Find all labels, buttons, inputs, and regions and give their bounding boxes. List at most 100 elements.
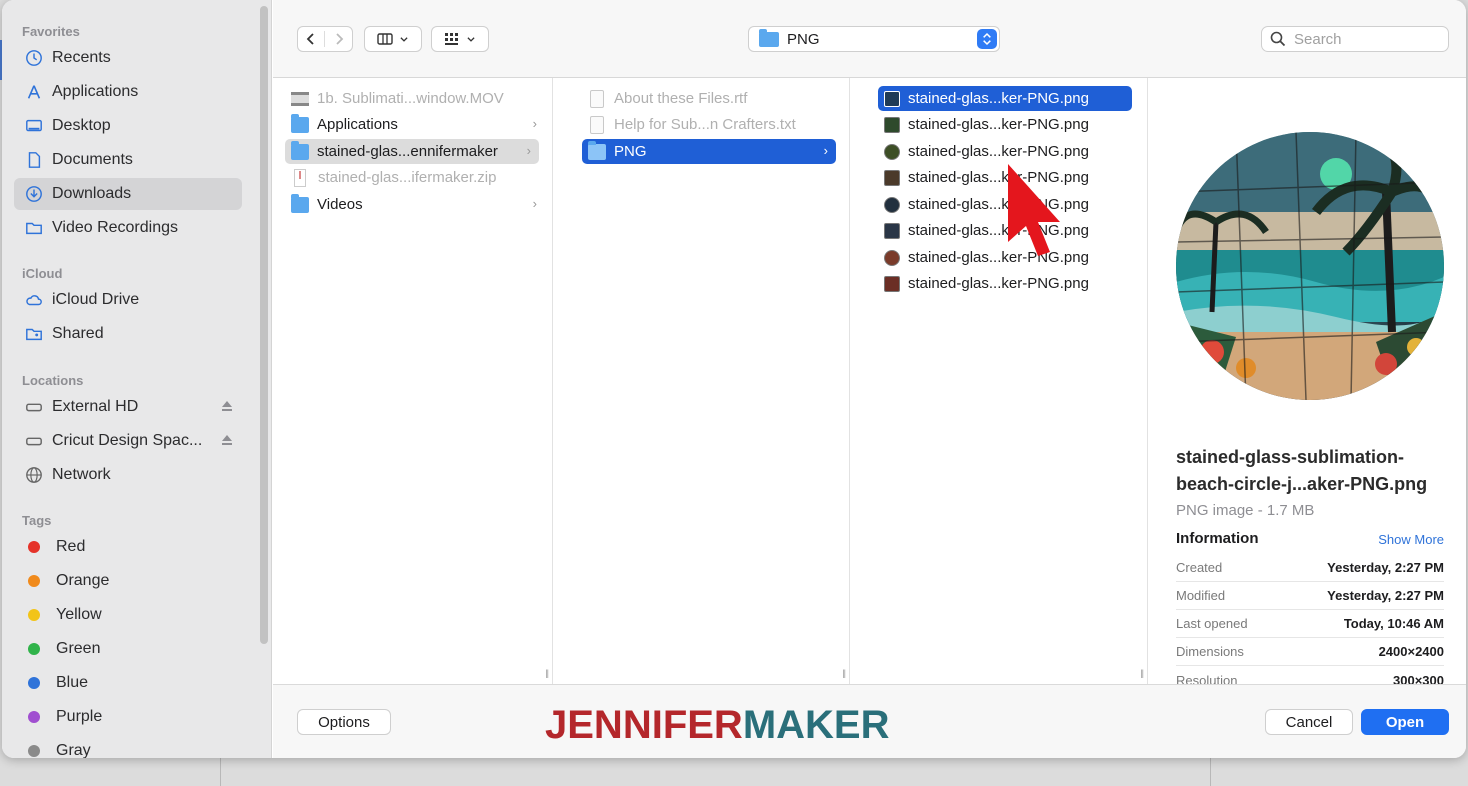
file-name: stained-glas...ker-PNG.png: [908, 143, 1089, 160]
info-row-dimensions: Dimensions 2400×2400: [1176, 638, 1444, 666]
chevron-right-icon: ›: [526, 143, 531, 158]
file-name: PNG: [614, 143, 647, 160]
sidebar: Favorites Recents Applications Desktop D…: [2, 0, 272, 758]
blue-tag-icon: [28, 677, 40, 689]
sidebar-item-shared[interactable]: Shared: [14, 318, 242, 350]
toolbar: PNG Search: [273, 0, 1466, 78]
column-resize-handle[interactable]: ||: [842, 668, 846, 678]
info-row-last-opened: Last opened Today, 10:46 AM: [1176, 610, 1444, 638]
document-icon: [24, 150, 44, 170]
orange-tag-icon: [28, 575, 40, 587]
sidebar-tag-purple[interactable]: Purple: [14, 701, 242, 733]
sidebar-item-downloads[interactable]: Downloads: [14, 178, 242, 210]
list-item[interactable]: stained-glas...ker-PNG.png: [878, 271, 1132, 296]
chevron-right-icon: ›: [532, 196, 537, 211]
sidebar-item-label: Shared: [52, 325, 104, 342]
sidebar-item-label: Video Recordings: [52, 219, 179, 236]
chevron-right-icon: ›: [532, 116, 537, 131]
file-name: About these Files.rtf: [614, 90, 748, 107]
sidebar-item-applications[interactable]: Applications: [14, 76, 242, 108]
updown-stepper-icon: [977, 29, 997, 49]
group-by-button[interactable]: [431, 26, 489, 52]
sidebar-item-label: Network: [52, 466, 111, 483]
movie-file-icon: [291, 91, 309, 106]
list-item[interactable]: stained-glas...ker-PNG.png: [878, 112, 1132, 137]
column-resize-handle[interactable]: ||: [545, 668, 549, 678]
sidebar-item-icloud-drive[interactable]: iCloud Drive: [14, 284, 242, 316]
show-more-link[interactable]: Show More: [1378, 532, 1444, 547]
chevron-down-icon: [400, 37, 408, 42]
eject-icon[interactable]: [220, 399, 234, 413]
folder-icon: [291, 140, 309, 160]
sidebar-item-external-hd[interactable]: External HD: [14, 391, 242, 423]
list-item[interactable]: Videos ›: [285, 192, 545, 217]
sidebar-tag-orange[interactable]: Orange: [14, 565, 242, 597]
info-value: Yesterday, 2:27 PM: [1327, 560, 1444, 575]
preview-filename: stained-glass-sublimation-beach-circle-j…: [1176, 447, 1428, 494]
file-name: Help for Sub...n Crafters.txt: [614, 116, 796, 133]
list-item[interactable]: Applications ›: [285, 112, 545, 137]
folder-icon: [291, 113, 309, 133]
sidebar-item-label: Applications: [52, 83, 139, 100]
sidebar-item-video-recordings[interactable]: Video Recordings: [14, 212, 242, 244]
info-key: Dimensions: [1176, 644, 1244, 659]
section-favorites: Favorites: [22, 24, 80, 39]
list-item[interactable]: stained-glas...ker-PNG.png: [878, 86, 1132, 111]
preview-pane: stained-glass-sublimation-beach-circle-j…: [1164, 78, 1466, 688]
cancel-button[interactable]: Cancel: [1265, 709, 1353, 735]
sidebar-tag-blue[interactable]: Blue: [14, 667, 242, 699]
sidebar-tag-green[interactable]: Green: [14, 633, 242, 665]
folder-icon: [588, 140, 606, 160]
info-key: Modified: [1176, 588, 1226, 603]
info-key: Created: [1176, 560, 1223, 575]
forward-button[interactable]: [325, 31, 352, 47]
column-resize-handle[interactable]: ||: [1140, 668, 1144, 678]
clock-icon: [24, 48, 44, 68]
list-item[interactable]: About these Files.rtf: [582, 86, 836, 111]
download-icon: [24, 184, 44, 204]
cloud-icon: [24, 290, 44, 310]
list-item[interactable]: Help for Sub...n Crafters.txt: [582, 112, 836, 137]
file-name: 1b. Sublimati...window.MOV: [317, 90, 504, 107]
image-thumbnail-icon: [884, 90, 900, 107]
sidebar-item-cricut-design-space[interactable]: Cricut Design Spac...: [14, 425, 242, 457]
drive-icon: [24, 431, 44, 451]
back-button[interactable]: [298, 31, 326, 47]
sidebar-item-desktop[interactable]: Desktop: [14, 110, 242, 142]
list-item[interactable]: 1b. Sublimati...window.MOV: [285, 86, 545, 111]
sidebar-item-network[interactable]: Network: [14, 459, 242, 491]
file-name: Applications: [317, 116, 398, 133]
options-button[interactable]: Options: [297, 709, 391, 735]
open-button[interactable]: Open: [1361, 709, 1449, 735]
sidebar-item-documents[interactable]: Documents: [14, 144, 242, 176]
background-divider: [220, 758, 221, 786]
list-item[interactable]: stained-glas...ifermaker.zip: [285, 165, 545, 190]
sidebar-item-recents[interactable]: Recents: [14, 42, 242, 74]
sidebar-item-label: External HD: [52, 398, 139, 415]
image-preview: [1176, 132, 1444, 400]
view-mode-button[interactable]: [364, 26, 422, 52]
image-thumbnail-icon: [884, 249, 900, 266]
eject-icon[interactable]: [220, 433, 234, 447]
yellow-tag-icon: [28, 609, 40, 621]
section-locations: Locations: [22, 373, 84, 388]
open-file-dialog: Favorites Recents Applications Desktop D…: [2, 0, 1466, 758]
path-popup[interactable]: PNG: [748, 26, 1000, 52]
search-field[interactable]: Search: [1261, 26, 1449, 52]
image-thumbnail-icon: [884, 143, 900, 160]
sidebar-scrollbar[interactable]: [260, 6, 268, 644]
background-divider: [1210, 758, 1211, 786]
file-name: Videos: [317, 196, 363, 213]
image-thumbnail-icon: [884, 169, 900, 186]
file-name: stained-glas...ker-PNG.png: [908, 90, 1089, 107]
info-value: Yesterday, 2:27 PM: [1327, 588, 1444, 603]
list-item[interactable]: PNG ›: [582, 139, 836, 164]
path-label: PNG: [787, 30, 820, 48]
sidebar-tag-gray[interactable]: Gray: [14, 735, 242, 758]
sidebar-tag-yellow[interactable]: Yellow: [14, 599, 242, 631]
sidebar-tag-red[interactable]: Red: [14, 531, 242, 563]
list-item[interactable]: stained-glas...ennifermaker ›: [285, 139, 539, 164]
sidebar-item-label: Documents: [52, 151, 133, 168]
folder-icon: [291, 193, 309, 213]
info-key: Last opened: [1176, 616, 1248, 631]
